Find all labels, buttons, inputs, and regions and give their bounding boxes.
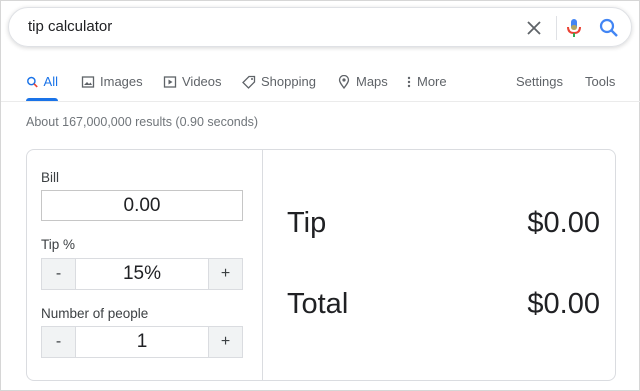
tip-calculator-card: Bill 0.00 Tip % - 15% + Number of people… (26, 149, 616, 381)
search-results-page: tip calculator All Images Videos Shoppin… (0, 0, 640, 391)
tip-decrement-button[interactable]: - (42, 259, 76, 289)
tag-icon (242, 75, 256, 89)
tip-result-label: Tip (287, 207, 327, 239)
people-value[interactable]: 1 (76, 327, 208, 357)
search-icon[interactable] (598, 17, 620, 39)
people-increment-button[interactable]: + (208, 327, 242, 357)
tip-percent-stepper: - 15% + (41, 258, 243, 290)
tab-more[interactable]: More (405, 74, 447, 101)
microphone-icon[interactable] (563, 17, 585, 39)
card-divider (262, 150, 263, 380)
tools-link[interactable]: Tools (585, 74, 615, 89)
search-bar[interactable]: tip calculator (8, 7, 632, 47)
total-value: $0.00 (527, 288, 600, 320)
map-pin-icon (338, 75, 350, 89)
people-label: Number of people (41, 306, 149, 321)
tip-result-value: $0.00 (527, 207, 600, 239)
tab-more-label: More (417, 74, 447, 89)
tab-all[interactable]: All (26, 74, 58, 101)
bill-label: Bill (41, 170, 60, 185)
tab-all-label: All (43, 74, 58, 89)
search-tabs: All Images Videos Shopping Maps More Set… (1, 67, 640, 102)
tip-percent-value[interactable]: 15% (76, 259, 208, 289)
tab-maps-label: Maps (356, 74, 388, 89)
tab-maps[interactable]: Maps (337, 74, 388, 101)
people-decrement-button[interactable]: - (42, 327, 76, 357)
tip-percent-label: Tip % (41, 237, 76, 252)
close-icon[interactable] (524, 18, 544, 38)
image-icon (81, 76, 95, 88)
more-vert-icon (407, 76, 411, 88)
tab-shopping[interactable]: Shopping (242, 74, 316, 101)
search-input[interactable]: tip calculator (28, 18, 112, 35)
settings-link[interactable]: Settings (516, 74, 563, 89)
video-icon (163, 76, 177, 88)
search-bar-divider (556, 16, 557, 40)
people-stepper: - 1 + (41, 326, 243, 358)
bill-input[interactable]: 0.00 (41, 190, 243, 221)
tab-shopping-label: Shopping (261, 74, 316, 89)
total-label: Total (287, 288, 349, 320)
tab-images-label: Images (100, 74, 143, 89)
search-icon (27, 76, 38, 88)
tab-videos[interactable]: Videos (163, 74, 222, 101)
result-stats: About 167,000,000 results (0.90 seconds) (26, 115, 259, 129)
tip-increment-button[interactable]: + (208, 259, 242, 289)
tab-videos-label: Videos (182, 74, 222, 89)
tab-images[interactable]: Images (81, 74, 143, 101)
